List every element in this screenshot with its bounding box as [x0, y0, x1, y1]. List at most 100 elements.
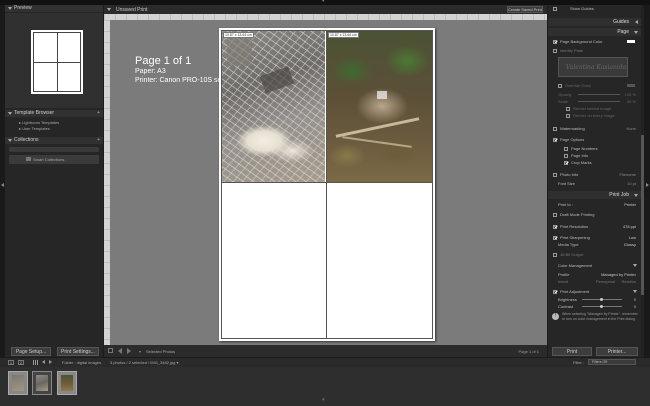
photo-cell[interactable] [327, 31, 432, 182]
page-info-row[interactable]: Page Info [548, 152, 641, 159]
add-icon[interactable]: + [97, 110, 100, 116]
font-size-row[interactable]: Font Size 10 pt [548, 180, 641, 187]
override-color-row[interactable]: Override Color [548, 82, 641, 89]
photo-cell[interactable] [327, 183, 432, 338]
page-options-row[interactable]: Page Options [548, 136, 641, 143]
grid-icon[interactable] [33, 360, 38, 365]
opacity-row[interactable]: Opacity 100 % [548, 91, 641, 98]
print-sharpening-value[interactable]: Low [629, 235, 636, 240]
photo-cell[interactable] [222, 31, 325, 182]
contrast-row[interactable]: Contrast 0 [548, 303, 641, 310]
render-behind-row[interactable]: Render behind image [548, 105, 641, 112]
slider-thumb[interactable] [600, 305, 603, 308]
bit-output-row[interactable]: 16 Bit Output [548, 251, 641, 258]
opacity-slider[interactable] [578, 94, 620, 95]
screen-2-button[interactable]: 2 [18, 360, 24, 365]
intent-row[interactable]: Intent Perceptual Relative [548, 278, 641, 285]
profile-row[interactable]: Profile Managed by Printer [548, 271, 641, 278]
filmstrip-collapse-icon[interactable]: ▾ [322, 398, 325, 403]
identity-plate-preview[interactable]: Valentina Kasianida [558, 57, 628, 77]
filmstrip-thumbnail[interactable] [57, 371, 77, 395]
print-button[interactable]: Print [552, 347, 592, 356]
page-options-checkbox[interactable] [553, 137, 557, 142]
use-selected-photos[interactable]: Selected Photos [146, 349, 175, 354]
collections-search[interactable] [9, 147, 99, 152]
media-type-value[interactable]: Glossy [624, 242, 636, 247]
right-panel-toggle[interactable] [644, 5, 650, 366]
print-settings-button[interactable]: Print Settings... [57, 347, 99, 356]
print-resolution-checkbox[interactable] [553, 224, 557, 229]
template-item[interactable]: ▸ Lightroom Templates [19, 120, 59, 125]
page-setup-button[interactable]: Page Setup... [11, 347, 51, 356]
intent-perceptual[interactable]: Perceptual [596, 279, 615, 284]
filter-select[interactable]: Filters Off [588, 359, 636, 365]
draft-mode-checkbox[interactable] [553, 212, 557, 217]
screen-1-button[interactable]: 1 [8, 360, 14, 365]
collapse-icon [634, 194, 638, 197]
photo-cell[interactable] [222, 183, 325, 338]
page-info-checkbox[interactable] [564, 153, 568, 158]
crop-marks-row[interactable]: Crop Marks [548, 159, 641, 166]
identity-plate-row[interactable]: Identity Plate [548, 47, 641, 54]
render-every-checkbox[interactable] [566, 113, 570, 118]
first-page-icon[interactable] [108, 348, 113, 353]
show-guides-checkbox[interactable] [553, 6, 557, 11]
collection-row[interactable]: Smart Collections [9, 155, 99, 164]
print-resolution-value[interactable]: 478 ppi [623, 224, 636, 229]
print-to-value[interactable]: Printer [624, 202, 636, 207]
crop-marks-checkbox[interactable] [564, 160, 568, 165]
color-swatch[interactable] [627, 40, 635, 43]
template-item[interactable]: ▸ User Templates [19, 126, 50, 131]
render-behind-checkbox[interactable] [566, 106, 570, 111]
photo-info-checkbox[interactable] [553, 172, 557, 177]
photo-info-value[interactable]: Filename [620, 172, 636, 177]
photo-info-row[interactable]: Photo Info Filename [548, 171, 641, 178]
slider-thumb[interactable] [600, 298, 603, 301]
page-header[interactable]: Page [548, 28, 641, 36]
brightness-row[interactable]: Brightness 0 [548, 296, 641, 303]
forward-icon[interactable] [49, 360, 52, 364]
bit-output-checkbox[interactable] [553, 252, 557, 257]
collections-header[interactable]: Collections + [5, 137, 103, 144]
render-every-row[interactable]: Render on every image [548, 112, 641, 119]
scale-row[interactable]: Scale 30 % [548, 98, 641, 105]
font-size-value[interactable]: 10 pt [627, 181, 636, 186]
identity-plate-checkbox[interactable] [553, 48, 557, 53]
watermark-value[interactable]: None [626, 126, 636, 131]
print-to-row[interactable]: Print to : Printer [548, 201, 641, 208]
template-browser-header[interactable]: Template Browser + [5, 110, 103, 117]
add-icon[interactable]: + [97, 137, 100, 143]
create-saved-print-button[interactable]: Create Saved Print [507, 6, 543, 13]
print-adjustment-row[interactable]: Print Adjustment [548, 288, 641, 295]
filmstrip-thumbnail[interactable] [32, 371, 52, 395]
back-icon[interactable] [42, 360, 45, 364]
page-numbers-checkbox[interactable] [564, 146, 568, 151]
collapse-icon [634, 31, 638, 34]
print-adjustment-checkbox[interactable] [553, 289, 557, 294]
printer-button[interactable]: Printer... [596, 347, 638, 356]
next-page-icon[interactable] [127, 348, 131, 354]
show-guides-row[interactable]: Show Guides [548, 5, 641, 12]
draft-mode-row[interactable]: Draft Mode Printing [548, 211, 641, 218]
watermarking-row[interactable]: Watermarking None [548, 125, 641, 132]
source-label[interactable]: Folder : digital images [62, 360, 101, 365]
print-job-header[interactable]: Print Job [548, 191, 641, 199]
print-resolution-row[interactable]: Print Resolution 478 ppi [548, 223, 641, 230]
page-bg-checkbox[interactable] [553, 39, 557, 44]
watermarking-checkbox[interactable] [553, 126, 557, 131]
guides-header[interactable]: Guides [548, 18, 641, 26]
filmstrip-thumbnail[interactable] [8, 371, 28, 395]
print-sharpening-row[interactable]: Print Sharpening Low [548, 234, 641, 241]
previous-page-icon[interactable] [118, 348, 122, 354]
profile-value[interactable]: Managed by Printer [601, 272, 636, 277]
media-type-row[interactable]: Media Type Glossy [548, 241, 641, 248]
scale-slider[interactable] [578, 101, 620, 102]
collapse-top-icon[interactable]: ▾ [322, 0, 325, 4]
color-management-row[interactable]: Color Management [548, 262, 641, 269]
page-bg-color-row[interactable]: Page Background Color [548, 38, 641, 45]
preview-header[interactable]: Preview [5, 5, 103, 12]
print-sharpening-checkbox[interactable] [553, 235, 557, 240]
override-color-checkbox[interactable] [558, 83, 562, 88]
page-numbers-row[interactable]: Page Numbers [548, 145, 641, 152]
intent-relative[interactable]: Relative [622, 279, 636, 284]
